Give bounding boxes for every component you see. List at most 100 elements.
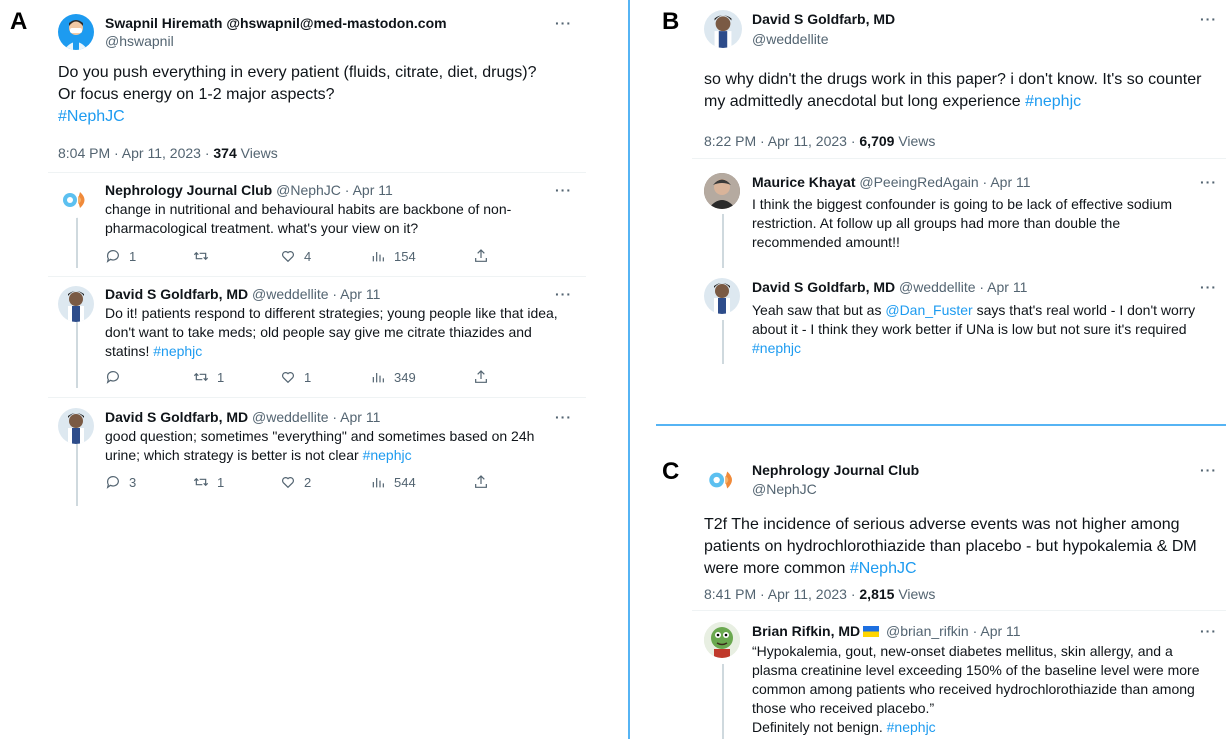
- thread-line: [722, 320, 724, 364]
- mention-link[interactable]: @Dan_Fuster: [885, 302, 972, 318]
- views-count: 154: [394, 248, 416, 264]
- timestamp-text: 8:04 PM · Apr 11, 2023 ·: [58, 145, 214, 161]
- more-icon[interactable]: ···: [1200, 279, 1217, 295]
- avatar[interactable]: [704, 278, 740, 314]
- avatar[interactable]: [704, 461, 742, 499]
- views-count: 544: [394, 474, 416, 490]
- views-button[interactable]: 349: [370, 369, 416, 385]
- avatar[interactable]: [704, 622, 740, 658]
- reply-button[interactable]: 1: [105, 248, 136, 264]
- avatar[interactable]: [58, 286, 94, 322]
- like-count: 2: [304, 474, 312, 490]
- thread-line: [722, 664, 724, 739]
- views-icon: [372, 252, 384, 262]
- reply-actions: 1 4 154: [105, 248, 505, 268]
- tweet-timestamp[interactable]: 8:41 PM · Apr 11, 2023 · 2,815 Views: [704, 586, 935, 602]
- like-button[interactable]: 1: [280, 369, 311, 385]
- author-name[interactable]: David S Goldfarb, MD: [752, 279, 895, 295]
- avatar[interactable]: [58, 408, 94, 444]
- reply-line: change in nutritional and behavioural ha…: [105, 201, 512, 217]
- reply-meta[interactable]: @weddellite · Apr 11: [248, 409, 380, 425]
- author-handle[interactable]: @hswapnil: [105, 33, 174, 49]
- panel-label-b: B: [662, 8, 680, 35]
- retweet-button[interactable]: 1: [193, 369, 224, 385]
- reply-line: Do it! patients respond to different str…: [105, 305, 558, 321]
- share-button[interactable]: [473, 474, 489, 490]
- views-button[interactable]: 154: [370, 248, 416, 264]
- reply-button[interactable]: [105, 369, 129, 385]
- more-icon[interactable]: ···: [1200, 174, 1217, 190]
- author-name[interactable]: Maurice Khayat: [752, 174, 855, 190]
- like-button[interactable]: 4: [280, 248, 311, 264]
- views-button[interactable]: 544: [370, 474, 416, 490]
- hashtag-link[interactable]: #NephJC: [850, 560, 917, 577]
- author-handle[interactable]: @weddellite: [752, 31, 828, 47]
- like-button[interactable]: 2: [280, 474, 311, 490]
- author-handle[interactable]: @NephJC: [752, 481, 817, 497]
- like-icon: [282, 251, 294, 263]
- tweet-timestamp[interactable]: 8:22 PM · Apr 11, 2023 · 6,709 Views: [704, 133, 935, 149]
- reply-icon: [106, 250, 119, 263]
- avatar[interactable]: [58, 182, 94, 218]
- hashtag-link[interactable]: #nephjc: [1025, 93, 1081, 110]
- tweet-line-text: my admittedly anecdotal but long experie…: [704, 93, 1026, 110]
- share-button[interactable]: [473, 248, 489, 264]
- divider: [48, 397, 586, 398]
- reply-line-text: Definitely not benign.: [752, 719, 887, 735]
- tweet-line-text: were more common: [704, 560, 850, 577]
- author-name[interactable]: Swapnil Hiremath @hswapnil@med-mastodon.…: [105, 15, 447, 31]
- reply-line: don't want to take meds; old people say …: [105, 324, 532, 340]
- retweet-icon: [193, 477, 209, 487]
- author-name[interactable]: David S Goldfarb, MD: [105, 286, 248, 302]
- share-icon: [475, 249, 487, 262]
- author-name[interactable]: David S Goldfarb, MD: [105, 409, 248, 425]
- timestamp-text: 8:22 PM · Apr 11, 2023 ·: [704, 133, 860, 149]
- more-icon[interactable]: ···: [1200, 11, 1217, 27]
- avatar[interactable]: [704, 173, 740, 209]
- reply-line: pharmacological treatment. what's your v…: [105, 220, 419, 236]
- reply-button[interactable]: 3: [105, 474, 136, 490]
- author-name[interactable]: Brian Rifkin, MD: [752, 623, 860, 639]
- share-button[interactable]: [473, 369, 489, 385]
- author-name[interactable]: Nephrology Journal Club: [105, 182, 272, 198]
- reply-meta[interactable]: @NephJC · Apr 11: [272, 182, 393, 198]
- more-icon[interactable]: ···: [555, 182, 572, 198]
- more-icon[interactable]: ···: [1200, 462, 1217, 478]
- author-name[interactable]: David S Goldfarb, MD: [752, 11, 895, 27]
- divider: [692, 610, 1226, 611]
- hashtag-link[interactable]: #nephjc: [887, 719, 936, 735]
- reply-icon: [106, 371, 119, 384]
- more-icon[interactable]: ···: [555, 286, 572, 302]
- reply-line: common among patients who received hydro…: [752, 681, 1195, 697]
- reply-meta[interactable]: @brian_rifkin · Apr 11: [882, 623, 1021, 639]
- reply-header: David S Goldfarb, MD @weddellite · Apr 1…: [105, 409, 380, 425]
- reply-meta[interactable]: @weddellite · Apr 11: [248, 286, 380, 302]
- reply-line: statins! #nephjc: [105, 342, 585, 361]
- reply-header: David S Goldfarb, MD @weddellite · Apr 1…: [105, 286, 380, 302]
- tweet-timestamp[interactable]: 8:04 PM · Apr 11, 2023 · 374 Views: [58, 145, 278, 161]
- reply-line-text: Yeah saw that but as: [752, 302, 886, 318]
- avatar[interactable]: [58, 14, 94, 50]
- thread-line: [76, 322, 78, 388]
- hashtag-link[interactable]: #nephjc: [153, 343, 202, 359]
- retweet-count: 1: [217, 474, 225, 490]
- retweet-button[interactable]: 1: [193, 474, 224, 490]
- share-icon: [475, 475, 487, 488]
- reply-meta[interactable]: @PeeingRedAgain · Apr 11: [855, 174, 1030, 190]
- author-name[interactable]: Nephrology Journal Club: [752, 462, 919, 478]
- hashtag-link[interactable]: #nephjc: [752, 339, 1224, 358]
- reply-actions: 3 1 2 544: [105, 474, 505, 494]
- avatar[interactable]: [704, 10, 742, 48]
- retweet-button[interactable]: [193, 248, 217, 264]
- more-icon[interactable]: ···: [555, 15, 572, 31]
- reply-text: change in nutritional and behavioural ha…: [105, 200, 575, 238]
- hashtag-link[interactable]: #nephjc: [363, 447, 412, 463]
- more-icon[interactable]: ···: [1200, 623, 1217, 639]
- thread-line: [76, 214, 78, 268]
- hashtag-link[interactable]: #NephJC: [58, 106, 598, 128]
- reply-line: about it - I think they work better if U…: [752, 321, 1187, 337]
- reply-line: good question; sometimes "everything" an…: [105, 428, 535, 444]
- more-icon[interactable]: ···: [555, 409, 572, 425]
- tweet-text: Do you push everything in every patient …: [58, 62, 598, 128]
- reply-meta[interactable]: @weddellite · Apr 11: [895, 279, 1027, 295]
